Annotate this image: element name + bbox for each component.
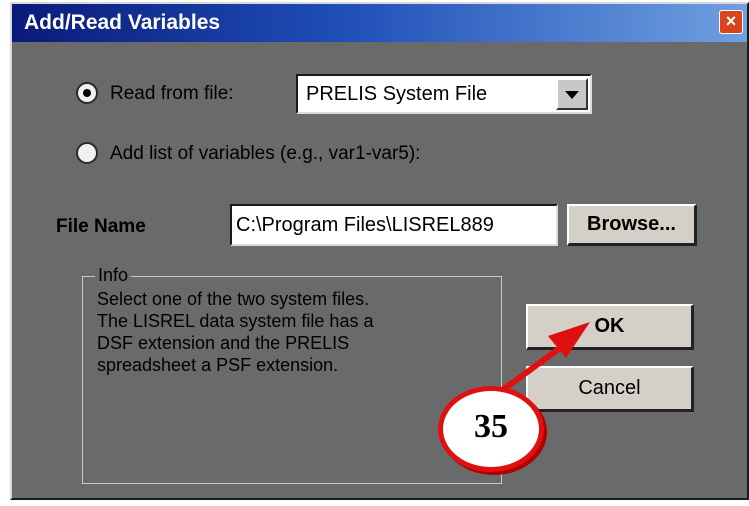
info-text-line: spreadsheet a PSF extension. xyxy=(97,355,339,375)
browse-button[interactable]: Browse... xyxy=(567,204,697,246)
read-from-file-radio[interactable] xyxy=(76,82,98,104)
file-name-input[interactable]: C:\Program Files\LISREL889 xyxy=(230,204,558,246)
window-title: Add/Read Variables xyxy=(24,11,221,34)
cancel-button[interactable]: Cancel xyxy=(526,366,694,412)
add-list-label[interactable]: Add list of variables (e.g., var1-var5): xyxy=(110,143,420,165)
file-type-value: PRELIS System File xyxy=(306,83,488,105)
info-legend: Info xyxy=(95,265,132,286)
info-text-line: DSF extension and the PRELIS xyxy=(97,333,350,353)
file-name-label: File Name xyxy=(56,216,146,237)
title-bar[interactable]: Add/Read Variables × xyxy=(12,4,747,42)
file-name-value: C:\Program Files\LISREL889 xyxy=(236,214,494,236)
chevron-down-icon[interactable] xyxy=(556,78,588,110)
close-icon[interactable]: × xyxy=(719,10,743,34)
step-number-callout: 35 xyxy=(438,386,544,472)
info-text-line: The LISREL data system file has a xyxy=(97,311,374,331)
ok-button[interactable]: OK xyxy=(526,304,694,350)
file-type-select[interactable]: PRELIS System File xyxy=(296,74,592,114)
read-from-file-label[interactable]: Read from file: xyxy=(110,83,234,105)
info-groupbox: Info Select one of the two system files.… xyxy=(82,265,502,484)
step-number: 35 xyxy=(474,408,508,445)
info-text-line: Select one of the two system files. xyxy=(97,289,370,309)
radio-selected-dot xyxy=(83,89,91,97)
add-list-radio[interactable] xyxy=(76,142,98,164)
add-read-variables-dialog: Add/Read Variables × Read from file: PRE… xyxy=(10,2,749,500)
